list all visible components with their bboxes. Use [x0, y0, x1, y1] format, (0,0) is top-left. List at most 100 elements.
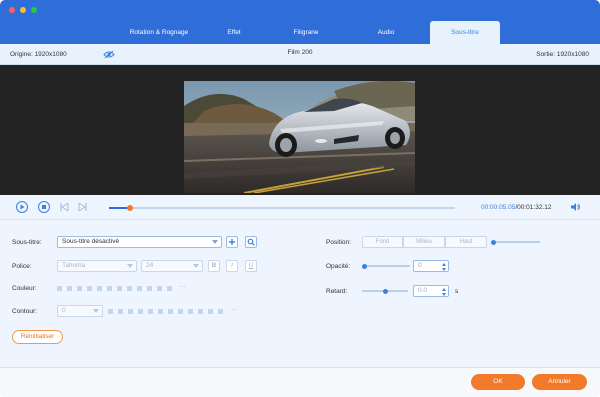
- outline-swatch[interactable]: [198, 309, 203, 314]
- position-slider-knob[interactable]: [491, 240, 496, 245]
- stepper-up-icon[interactable]: [442, 263, 446, 266]
- color-swatch[interactable]: [67, 286, 72, 291]
- output-resolution: Sortie: 1920x1080: [536, 51, 589, 58]
- next-frame-icon[interactable]: [78, 203, 87, 211]
- font-size-select[interactable]: 24: [141, 260, 203, 272]
- stop-icon: [42, 205, 46, 209]
- color-swatch[interactable]: [147, 286, 152, 291]
- add-subtitle-button[interactable]: [226, 236, 238, 248]
- time-display: 00:00:05.05/00:01:32.12: [481, 204, 552, 211]
- plus-icon: [229, 239, 235, 245]
- info-bar: Origine: 1920x1080 Film 200 Sortie: 1920…: [0, 44, 600, 65]
- position-label: Position:: [326, 239, 351, 246]
- color-label: Couleur:: [12, 285, 37, 292]
- position-middle-button[interactable]: Milieu: [403, 236, 445, 248]
- search-icon: [247, 238, 255, 246]
- bottom-bar: OK Annuler: [0, 367, 600, 397]
- chevron-down-icon: [127, 264, 133, 268]
- chevron-down-icon: [193, 264, 199, 268]
- tab-rotation-rognage[interactable]: Rotation & Rognage: [100, 21, 218, 44]
- playback-bar: 00:00:05.05/00:01:32.12: [0, 195, 600, 220]
- outline-swatch[interactable]: [118, 309, 123, 314]
- italic-button[interactable]: I: [226, 260, 238, 272]
- color-swatch[interactable]: [117, 286, 122, 291]
- subtitle-select-value: Sous-titre désactivé: [62, 238, 120, 245]
- outline-swatch[interactable]: [158, 309, 163, 314]
- volume-icon[interactable]: [570, 202, 581, 212]
- outline-select[interactable]: 0: [57, 305, 103, 317]
- title-bar: Rotation & Rognage Effet Filigrane Audio…: [0, 0, 600, 44]
- previous-frame-icon[interactable]: [60, 203, 69, 211]
- color-swatch[interactable]: [137, 286, 142, 291]
- stepper-up-icon[interactable]: [442, 288, 446, 291]
- outline-swatch[interactable]: [168, 309, 173, 314]
- stepper-down-icon[interactable]: [442, 268, 446, 271]
- color-swatch[interactable]: [167, 286, 172, 291]
- tab-filigrane[interactable]: Filigrane: [250, 21, 362, 44]
- cancel-button[interactable]: Annuler: [532, 374, 587, 390]
- outline-swatch[interactable]: [148, 309, 153, 314]
- video-editor-window: Rotation & Rognage Effet Filigrane Audio…: [0, 0, 600, 397]
- chevron-down-icon: [93, 309, 99, 313]
- close-window-button[interactable]: [9, 7, 15, 13]
- timeline-playhead[interactable]: [126, 205, 133, 211]
- zoom-window-button[interactable]: [31, 7, 37, 13]
- color-swatch[interactable]: [57, 286, 62, 291]
- delay-unit: s: [455, 288, 459, 295]
- stop-button[interactable]: [38, 201, 50, 213]
- position-slider[interactable]: [494, 241, 540, 243]
- minimize-window-button[interactable]: [20, 7, 26, 13]
- color-swatch[interactable]: [127, 286, 132, 291]
- delay-value: 0.0: [418, 287, 428, 294]
- outline-swatch[interactable]: [138, 309, 143, 314]
- more-colors-button[interactable]: ···: [179, 283, 186, 290]
- outline-label: Contour:: [12, 308, 37, 315]
- opacity-stepper[interactable]: 0: [413, 260, 449, 272]
- color-swatch[interactable]: [107, 286, 112, 291]
- bold-button[interactable]: B: [208, 260, 220, 272]
- underline-button[interactable]: U: [245, 260, 257, 272]
- play-button[interactable]: [16, 201, 28, 213]
- tab-sous-titre[interactable]: Sous-titre: [430, 21, 500, 44]
- opacity-label: Opacité:: [326, 263, 351, 270]
- font-label: Police:: [12, 263, 32, 270]
- tab-audio[interactable]: Audio: [362, 21, 410, 44]
- outline-swatch[interactable]: [108, 309, 113, 314]
- car-scene-image: [184, 81, 415, 193]
- tab-bar: Rotation & Rognage Effet Filigrane Audio…: [100, 21, 500, 44]
- play-icon: [20, 204, 25, 210]
- outline-swatch[interactable]: [218, 309, 223, 314]
- position-bottom-button[interactable]: Fond: [362, 236, 403, 248]
- reset-button[interactable]: Réinitialiser: [12, 330, 63, 344]
- position-top-button[interactable]: Haut: [445, 236, 487, 248]
- file-title: Film 200: [287, 49, 313, 56]
- color-swatch[interactable]: [87, 286, 92, 291]
- outline-swatch[interactable]: [188, 309, 193, 314]
- total-time: /00:01:32.12: [515, 204, 552, 211]
- color-swatch[interactable]: [97, 286, 102, 291]
- outline-swatch[interactable]: [128, 309, 133, 314]
- tab-effet[interactable]: Effet: [218, 21, 250, 44]
- opacity-slider[interactable]: [364, 265, 410, 267]
- font-size-value: 24: [146, 262, 154, 269]
- search-subtitle-button[interactable]: [245, 236, 257, 248]
- subtitle-label: Sous-titre:: [12, 239, 42, 246]
- delay-slider-knob[interactable]: [382, 289, 388, 294]
- ok-button[interactable]: OK: [471, 374, 525, 390]
- timeline-track[interactable]: [109, 205, 455, 211]
- font-family-select[interactable]: Tahoma: [57, 260, 137, 272]
- opacity-slider-knob[interactable]: [361, 264, 367, 269]
- color-swatch[interactable]: [77, 286, 82, 291]
- color-swatch[interactable]: [157, 286, 162, 291]
- outline-value: 0: [62, 307, 66, 314]
- chevron-down-icon: [212, 240, 218, 244]
- current-time: 00:00:05.05: [481, 204, 516, 211]
- delay-stepper[interactable]: 0.0: [413, 285, 449, 297]
- delay-label: Retard:: [326, 288, 348, 295]
- outline-swatch[interactable]: [178, 309, 183, 314]
- subtitle-select[interactable]: Sous-titre désactivé: [57, 236, 222, 248]
- more-outline-colors-button[interactable]: ···: [231, 306, 238, 313]
- stepper-down-icon[interactable]: [442, 293, 446, 296]
- outline-swatch[interactable]: [208, 309, 213, 314]
- video-frame: [184, 81, 415, 193]
